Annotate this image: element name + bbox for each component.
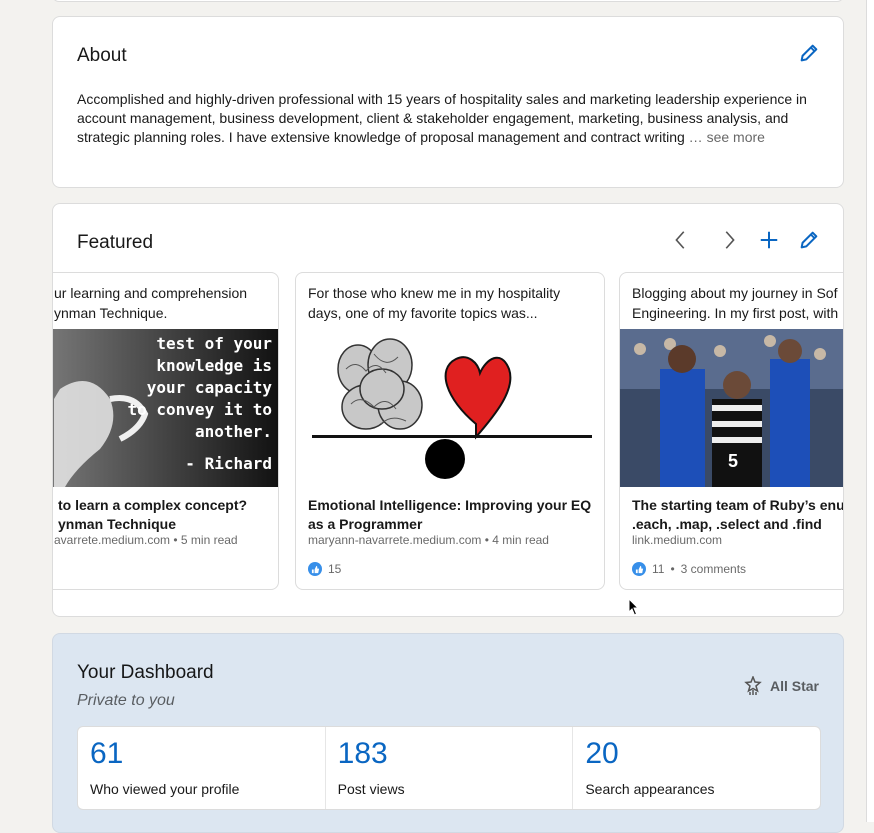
featured-title: Featured [77, 232, 154, 253]
featured-item-emotional-intelligence[interactable]: For those who knew me in my hospitality … [295, 272, 605, 590]
stat-label: Search appearances [585, 781, 715, 797]
chevron-right-icon [725, 231, 735, 249]
brain-heart-balance-image [312, 338, 592, 479]
like-icon [632, 562, 646, 576]
stat-post-views[interactable]: 183 Post views [326, 727, 574, 809]
right-rail-edge [866, 0, 874, 822]
quote-line: your capacity [146, 378, 272, 397]
featured-item-title: The starting team of Ruby’s enu .each, .… [632, 497, 844, 532]
featured-item-description: Blogging about my journey in Sof Enginee… [632, 285, 839, 321]
featured-carousel: ur learning and comprehension ynman Tech… [53, 272, 844, 592]
featured-item-title: to learn a complex concept? ynman Techni… [58, 497, 248, 532]
previous-card-edge [52, 0, 844, 2]
comment-count[interactable]: 3 comments [681, 562, 746, 576]
add-featured-button[interactable] [753, 224, 785, 256]
reaction-count: 11 [652, 562, 665, 576]
quote-line: knowledge is [156, 356, 272, 375]
about-text: Accomplished and highly-driven professio… [77, 90, 825, 147]
carousel-next-button[interactable] [713, 224, 745, 256]
plus-icon [760, 231, 778, 249]
about-ellipsis: … [684, 129, 703, 145]
featured-item-reactions[interactable]: 11 • 3 comments [632, 562, 746, 576]
stat-value: 183 [337, 737, 388, 770]
chevron-left-icon [675, 231, 685, 249]
quote-line: test of your [156, 334, 272, 353]
quote-line: another. [194, 422, 272, 441]
all-star-label: All Star [769, 678, 819, 694]
featured-item-feynman[interactable]: ur learning and comprehension ynman Tech… [53, 272, 279, 590]
all-star-badge[interactable]: All Star [744, 676, 819, 696]
stat-value: 61 [90, 737, 124, 770]
dashboard-card: Your Dashboard Private to you All Star 6… [52, 633, 844, 833]
featured-card: Featured ur learning and comprehension y… [52, 203, 844, 617]
about-card: About Accomplished and highly-driven pro… [52, 16, 844, 188]
stat-profile-views[interactable]: 61 Who viewed your profile [78, 727, 326, 809]
featured-item-image [296, 329, 604, 487]
like-icon [308, 562, 322, 576]
featured-item-meta: maryann-navarrete.medium.com • 4 min rea… [308, 533, 549, 547]
reaction-count: 15 [328, 562, 342, 576]
see-more-link[interactable]: see more [703, 129, 765, 145]
about-title: About [77, 45, 127, 66]
featured-item-description: ur learning and comprehension ynman Tech… [54, 285, 248, 321]
svg-text:5: 5 [728, 451, 738, 471]
edit-about-button[interactable] [793, 37, 825, 69]
mouse-cursor-icon [628, 598, 640, 616]
stat-label: Who viewed your profile [90, 781, 240, 797]
dashboard-title: Your Dashboard [77, 662, 214, 683]
quote-line: to convey it to [127, 400, 273, 419]
featured-item-title: Emotional Intelligence: Improving your E… [308, 497, 592, 532]
featured-item-image: 5 [620, 329, 843, 487]
featured-item-image: test of your knowledge is your capacity … [53, 329, 278, 487]
dashboard-subtitle: Private to you [77, 692, 175, 709]
featured-item-meta: avarrete.medium.com • 5 min read [54, 533, 238, 547]
dashboard-stats: 61 Who viewed your profile 183 Post view… [77, 726, 821, 810]
quote-line: - Richard [185, 454, 272, 473]
featured-item-meta: link.medium.com [632, 533, 723, 547]
separator-dot: • [670, 562, 675, 576]
stat-value: 20 [585, 737, 619, 770]
featured-item-description: For those who knew me in my hospitality … [308, 285, 561, 321]
carousel-previous-button[interactable] [665, 224, 697, 256]
pencil-icon [800, 231, 818, 249]
quote-text: test of your knowledge is your capacity … [128, 333, 273, 475]
star-icon [744, 676, 762, 695]
edit-featured-button[interactable] [793, 224, 825, 256]
pencil-icon [800, 44, 818, 62]
stat-search-appearances[interactable]: 20 Search appearances [573, 727, 820, 809]
basketball-game-image: 5 [620, 329, 843, 487]
stat-label: Post views [337, 781, 405, 797]
featured-item-reactions[interactable]: 15 [308, 562, 341, 576]
featured-item-ruby-enumerables[interactable]: Blogging about my journey in Sof Enginee… [619, 272, 844, 590]
